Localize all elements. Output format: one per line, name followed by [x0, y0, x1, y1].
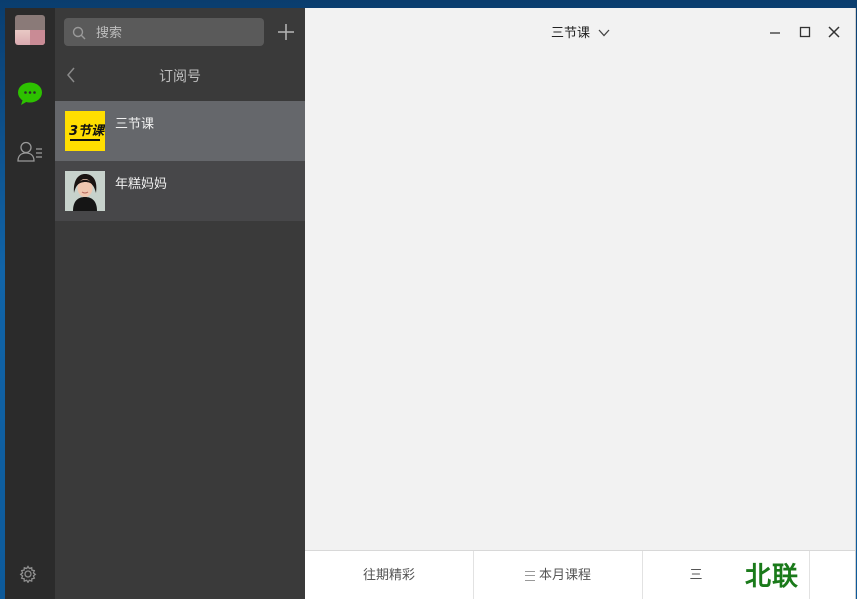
chat-item-niangaomama[interactable]: 年糕妈妈 [55, 161, 305, 221]
subscription-header: 订阅号 [55, 56, 305, 96]
search-icon [72, 25, 86, 44]
wechat-window: 订阅号 3节课 三节课 [5, 8, 856, 599]
menu-item-this-month-courses[interactable]: 本月课程 [474, 551, 643, 599]
panel-title: 订阅号 [159, 69, 201, 85]
close-icon[interactable] [827, 24, 841, 38]
search-box[interactable] [64, 18, 264, 48]
chat-item-name: 三节课 [115, 117, 155, 132]
contacts-icon[interactable] [17, 140, 43, 168]
menu-icon [524, 570, 535, 581]
chat-icon[interactable] [17, 82, 43, 110]
search-input[interactable] [94, 18, 258, 48]
niangaomama-avatar [65, 171, 105, 211]
menu-item-label: 往期精彩 [362, 568, 415, 583]
maximize-icon[interactable] [798, 24, 812, 38]
user-avatar[interactable] [15, 15, 45, 45]
sanjieke-logo: 3节课 [65, 111, 105, 151]
menu-item-label: 三 [689, 568, 703, 583]
watermark: 北联 [745, 562, 800, 592]
chat-list-panel: 订阅号 3节课 三节课 [55, 8, 305, 599]
minimize-icon[interactable] [768, 24, 782, 38]
window-edge [855, 8, 856, 599]
nav-rail [5, 8, 55, 599]
menu-item-past-highlights[interactable]: 往期精彩 [305, 551, 474, 599]
conversation-title[interactable]: 三节课 [551, 26, 590, 41]
chat-item-sanjieke[interactable]: 3节课 三节课 [55, 101, 305, 161]
conversation-pane: 三节课 往期精彩 本月课程 三 北联 [305, 8, 856, 599]
chat-item-name: 年糕妈妈 [115, 177, 168, 192]
menu-item-label: 本月课程 [538, 568, 591, 583]
svg-text:3节课: 3节课 [69, 123, 105, 139]
add-button[interactable] [276, 22, 296, 42]
settings-icon[interactable] [19, 565, 37, 587]
chevron-down-icon[interactable] [598, 26, 610, 41]
